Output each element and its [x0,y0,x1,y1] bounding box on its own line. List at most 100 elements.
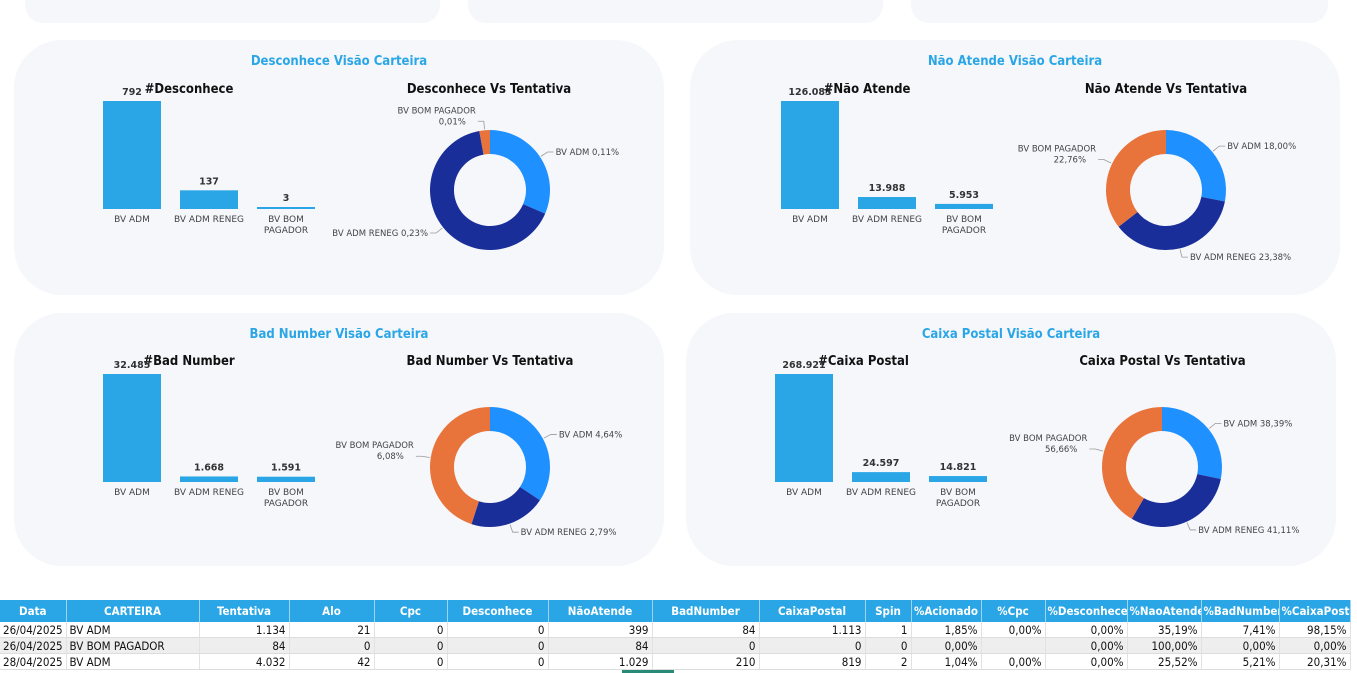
donut-callout-label: BV ADM 18,00% [1227,142,1296,152]
panel-nao-atende: Não Atende Visão Carteira #Não Atende Nã… [690,40,1340,295]
table-cell: 26/04/2025 [0,637,67,654]
column-header[interactable]: Data [0,600,67,622]
column-header[interactable]: Spin [865,600,912,622]
donut-slice-0[interactable] [1162,407,1222,479]
column-header[interactable]: %Desconhece [1045,600,1128,622]
table-cell: 399 [548,622,653,638]
column-header[interactable]: %NaoAtende [1127,600,1202,622]
column-header[interactable]: %Acionado [911,600,982,622]
table-cell: 26/04/2025 [0,622,67,638]
donut-callout-label: BV BOM PAGADOR [336,441,414,451]
table-cell: 0 [447,637,549,654]
donut-callout-label: BV ADM RENEG 23,38% [1190,253,1291,263]
table-cell: 819 [759,653,866,670]
column-header[interactable]: BadNumber [652,600,760,622]
table-header-row: Data CARTEIRA Tentativa Alo Cpc Desconhece Não… [0,600,1351,622]
donut-callout-label: BV BOM PAGADOR [398,106,476,116]
donut-chart: BV ADM 0,11% BV ADM RENEG 0,23% BV BOM PAG… [332,106,619,250]
table-cell: 20,31% [1279,653,1351,670]
table-cell: 1.029 [548,653,653,670]
column-header[interactable]: NãoAtende [548,600,653,622]
table-cell: 0,00% [1045,653,1128,670]
table-cell: 0,00% [1201,637,1280,654]
panel-caixa-postal: Caixa Postal Visão Carteira #Caixa Posta… [686,313,1336,566]
table-cell: 1,04% [911,653,982,670]
donut-slice-2[interactable] [1106,130,1166,227]
table-cell: 1,85% [911,622,982,638]
table-cell: 7,41% [1201,622,1280,638]
table-cell: BV BOM PAGADOR [66,637,200,654]
table-cell: 1 [865,622,912,638]
column-header[interactable]: Cpc [374,600,448,622]
table-cell: 0 [374,622,448,638]
data-table: Data CARTEIRA Tentativa Alo Cpc Desconhece Não… [0,600,1351,670]
table-cell: 84 [548,637,653,654]
table-row[interactable]: 26/04/2025 BV ADM 1.134 21 0 0 399 84 1.113 1 1,85… [0,622,1351,638]
table-cell: 84 [199,637,290,654]
donut-callout-label: BV ADM RENEG 0,23% [332,229,428,239]
table-row[interactable]: 26/04/2025 BV BOM PAGADOR 84 0 0 0 84 0 0 0 0,00% 0… [0,637,1351,654]
table-cell: 0 [865,637,912,654]
top-card-2 [468,0,883,23]
column-header[interactable]: Alo [289,600,375,622]
panel-bad-number: Bad Number Visão Carteira #Bad Number Ba… [14,313,664,566]
table-cell: 0,00% [981,622,1046,638]
column-header[interactable]: CARTEIRA [66,600,200,622]
table-cell: 0,00% [911,637,982,654]
top-card-1 [25,0,440,23]
table-cell: 4.032 [199,653,290,670]
donut-callout-label: BV ADM RENEG 2,79% [521,528,617,538]
table-cell: 0 [652,637,760,654]
donut-chart: BV ADM 38,39% BV ADM RENEG 41,11% BV BOM P… [1009,407,1299,536]
table-cell: 35,19% [1127,622,1202,638]
table-cell: 1.113 [759,622,866,638]
table-cell: 100,00% [1127,637,1202,654]
donut-callout-label: BV ADM 0,11% [556,148,619,158]
donut-callout-value: 56,66% [1045,445,1077,455]
donut-callout-value: 0,01% [439,117,466,127]
table-cell: 98,15% [1279,622,1351,638]
column-header[interactable]: Tentativa [199,600,290,622]
table-cell: 0 [374,653,448,670]
panel-desconhece: Desconhece Visão Carteira #Desconhece De… [14,40,664,295]
column-header[interactable]: %Cpc [981,600,1046,622]
donut-slice-0[interactable] [1166,130,1226,202]
table-cell: 0 [447,622,549,638]
top-card-3 [911,0,1328,23]
table-row[interactable]: 28/04/2025 BV ADM 4.032 42 0 0 1.029 210 819 2 1,0… [0,653,1351,670]
column-header[interactable]: %BadNumber [1201,600,1280,622]
table-cell: 210 [652,653,760,670]
donut-chart: BV ADM 18,00% BV ADM RENEG 23,38% BV BOM P… [1018,130,1296,263]
table-cell: BV ADM [66,622,200,638]
column-header[interactable]: CaixaPostal [759,600,866,622]
donut-slice-1[interactable] [1118,196,1225,251]
donut-callout-value: 6,08% [377,452,404,462]
column-header[interactable]: %CaixaPostal [1279,600,1351,622]
table-cell: BV ADM [66,653,200,670]
table-cell: 0 [447,653,549,670]
table-cell: 0,00% [1279,637,1351,654]
donut-callout-value: 22,76% [1054,156,1086,166]
table-cell: 0,00% [1045,637,1128,654]
donut-slice-0[interactable] [490,407,550,501]
donut-callout-label: BV BOM PAGADOR [1009,434,1087,444]
donut-callout-label: BV ADM RENEG 41,11% [1198,526,1299,536]
donut-callout-label: BV ADM 4,64% [559,430,622,440]
donut-slice-1[interactable] [1131,474,1221,527]
table-cell: 0 [289,637,375,654]
donut-chart: BV ADM 4,64% BV ADM RENEG 2,79% BV BOM PAG… [336,407,622,538]
table-cell: 1.134 [199,622,290,638]
table-cell: 5,21% [1201,653,1280,670]
table-cell: 28/04/2025 [0,653,67,670]
donut-callout-label: BV BOM PAGADOR [1018,145,1096,155]
table-cell: 25,52% [1127,653,1202,670]
table-cell: 0 [374,637,448,654]
table-cell: 84 [652,622,760,638]
table-cell: 0,00% [981,653,1046,670]
table-cell [981,637,1046,654]
table-cell: 0 [759,637,866,654]
table-cell: 21 [289,622,375,638]
column-header[interactable]: Desconhece [447,600,549,622]
donut-callout-label: BV ADM 38,39% [1223,419,1292,429]
donut-slice-0[interactable] [490,130,551,214]
